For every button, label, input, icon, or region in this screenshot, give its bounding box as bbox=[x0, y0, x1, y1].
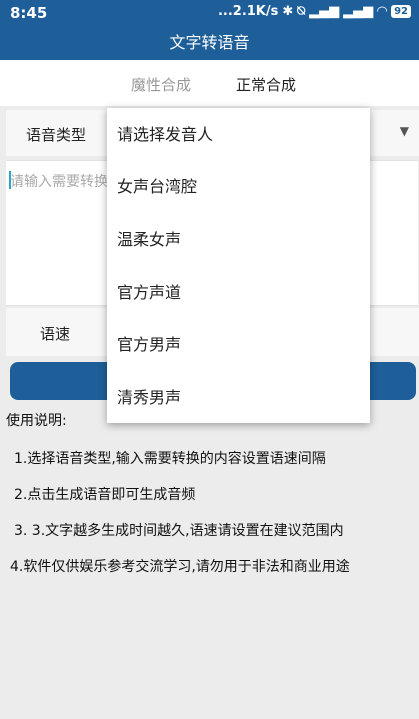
dropdown-option[interactable]: 温柔女声 bbox=[117, 225, 181, 255]
battery-icon: 92 bbox=[391, 5, 411, 18]
dropdown-option[interactable]: 清秀男声 bbox=[117, 383, 181, 413]
status-bar: 8:45 ...2.1K/s ✱ ⍉ ▂▄▆ ▂▄▆ ◠ 92 bbox=[0, 0, 419, 26]
status-icons: ...2.1K/s ✱ ⍉ ▂▄▆ ▂▄▆ ◠ 92 bbox=[218, 4, 411, 19]
text-input-placeholder: 请输入需要转换 bbox=[10, 174, 108, 190]
dropdown-arrow-icon[interactable]: ▼ bbox=[400, 124, 409, 138]
bluetooth-icon: ✱ bbox=[282, 4, 294, 19]
instruction-item: 1.选择语音类型,输入需要转换的内容设置语速间隔 bbox=[14, 451, 326, 467]
signal-icon: ▂▄▆ bbox=[309, 4, 340, 19]
instruction-item: 2.点击生成语音即可生成音频 bbox=[14, 487, 196, 503]
instruction-item: 3. 3.文字越多生成时间越久,语速请设置在建议范围内 bbox=[14, 523, 344, 539]
instruction-item: 4.软件仅供娱乐参考交流学习,请勿用于非法和商业用途 bbox=[10, 559, 350, 575]
dropdown-option[interactable]: 女声台湾腔 bbox=[117, 172, 197, 202]
app-title: 文字转语音 bbox=[0, 26, 419, 60]
mute-icon: ⍉ bbox=[297, 4, 306, 19]
status-time: 8:45 bbox=[10, 4, 48, 22]
tab-normal-synthesis[interactable]: 正常合成 bbox=[236, 74, 296, 95]
tab-magic-synthesis[interactable]: 魔性合成 bbox=[131, 74, 191, 95]
instructions-title: 使用说明: bbox=[6, 413, 67, 429]
speed-label: 语速 bbox=[40, 325, 71, 343]
tab-bar: 魔性合成 正常合成 bbox=[0, 60, 419, 106]
wifi-icon: ◠ bbox=[377, 4, 388, 19]
dropdown-option[interactable]: 官方男声 bbox=[117, 330, 181, 360]
signal-icon-2: ▂▄▆ bbox=[343, 4, 374, 19]
network-speed: ...2.1K/s bbox=[217, 4, 279, 19]
dropdown-option[interactable]: 请选择发音人 bbox=[117, 120, 213, 150]
dropdown-option[interactable]: 官方声道 bbox=[117, 278, 181, 308]
voice-type-label: 语音类型 bbox=[26, 126, 87, 144]
voice-dropdown-menu: 请选择发音人 女声台湾腔 温柔女声 官方声道 官方男声 清秀男声 bbox=[107, 108, 370, 423]
